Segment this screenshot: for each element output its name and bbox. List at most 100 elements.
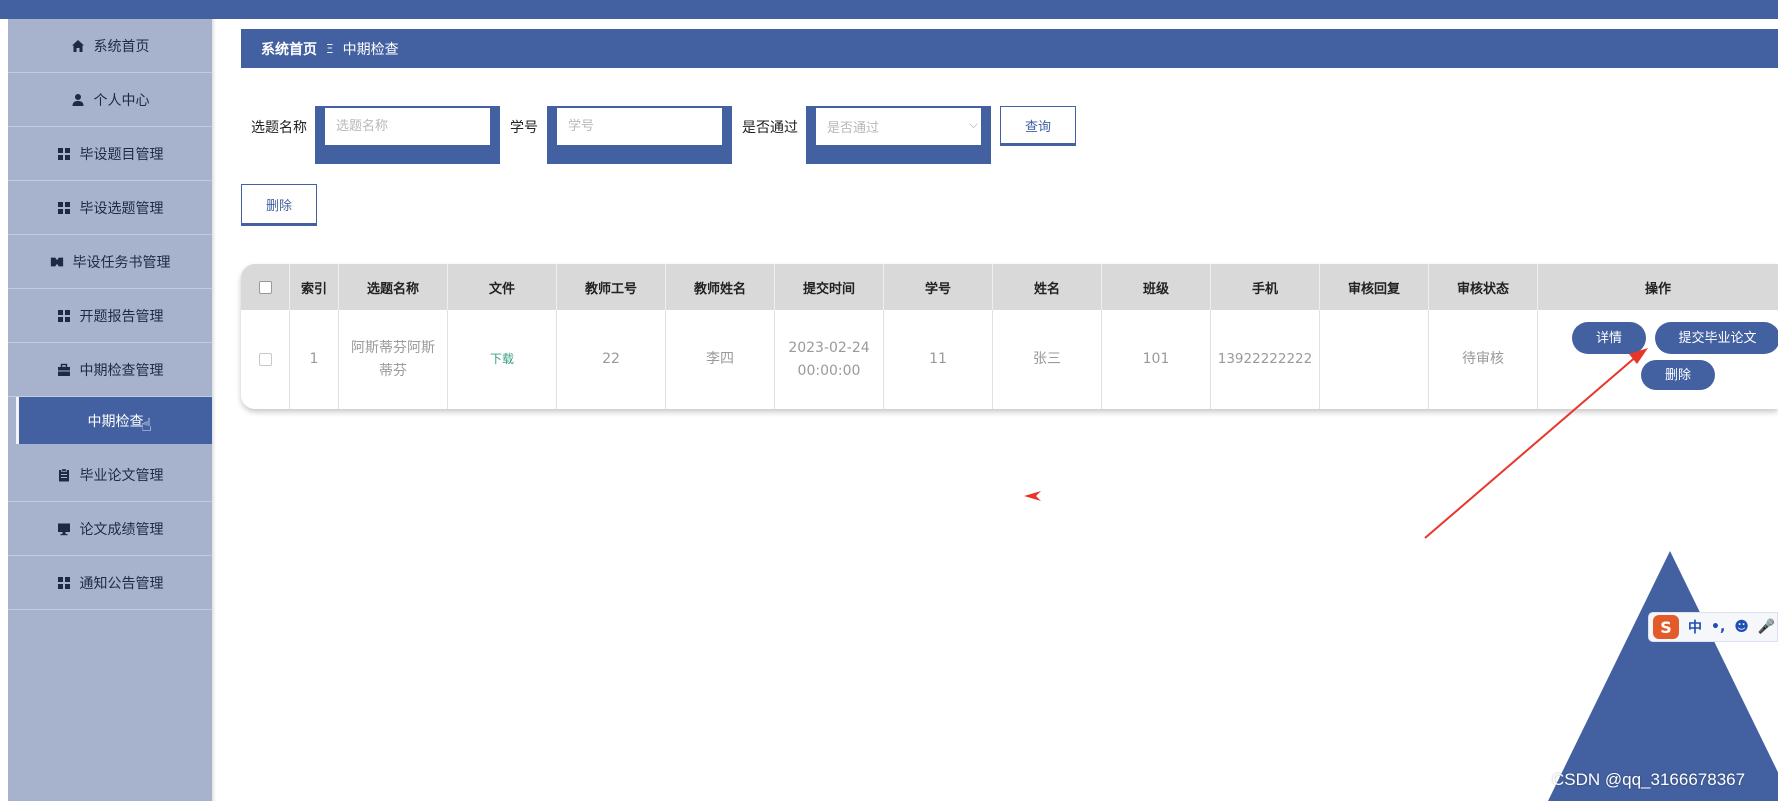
sidebar-item-thesis-management[interactable]: 毕业论文管理 xyxy=(8,448,212,502)
cell-class: 101 xyxy=(1102,310,1211,409)
breadcrumb-separator: Ξ xyxy=(326,41,334,56)
pass-select-placeholder: 是否通过 xyxy=(827,121,880,136)
pass-filter-label: 是否通过 xyxy=(742,120,798,136)
sidebar-item-label: 开题报告管理 xyxy=(79,308,164,325)
breadcrumb: 系统首页 Ξ 中期检查 xyxy=(241,29,1778,68)
pass-filter-box: 是否通过 ⌵ xyxy=(806,106,991,164)
sidebar-item-label: 毕设任务书管理 xyxy=(72,254,171,271)
cell-student-id: 11 xyxy=(884,310,993,409)
sidebar-item-label: 毕设选题管理 xyxy=(79,200,164,217)
home-icon xyxy=(71,39,85,53)
cell-teacher-name: 李四 xyxy=(666,310,775,409)
table-header: 索引 选题名称 文件 教师工号 教师姓名 提交时间 学号 姓名 班级 手机 审核… xyxy=(241,264,1778,310)
breadcrumb-home[interactable]: 系统首页 xyxy=(261,39,317,59)
sidebar-item-label: 中期检查管理 xyxy=(79,362,164,379)
detail-button[interactable]: 详情 xyxy=(1572,322,1646,354)
monitor-icon xyxy=(57,522,71,536)
decorative-triangle xyxy=(1548,551,1778,801)
cell-operations: 详情 提交毕业论文 删除 xyxy=(1538,310,1778,409)
clipboard-icon xyxy=(57,467,71,482)
cell-review-status: 待审核 xyxy=(1429,310,1538,409)
submit-thesis-button[interactable]: 提交毕业论文 xyxy=(1655,322,1778,354)
cell-file: 下载 xyxy=(448,310,557,409)
sidebar-item-label: 中期检查 xyxy=(87,413,144,430)
sidebar-item-selection-management[interactable]: 毕设选题管理 xyxy=(8,181,212,235)
small-red-arrow xyxy=(1024,491,1041,501)
column-header: 选题名称 xyxy=(339,264,448,310)
left-strip xyxy=(0,19,8,801)
grid-icon xyxy=(57,309,71,323)
sidebar-item-label: 系统首页 xyxy=(93,38,150,55)
download-link[interactable]: 下载 xyxy=(490,348,514,371)
sidebar-item-task-management[interactable]: 毕设任务书管理 xyxy=(8,235,212,289)
column-header: 审核回复 xyxy=(1320,264,1429,310)
ime-toolbar[interactable]: S 中 •, ☻ 🎤 xyxy=(1648,612,1778,642)
sidebar-item-notice-management[interactable]: 通知公告管理 xyxy=(8,556,212,610)
sidebar-item-label: 通知公告管理 xyxy=(79,575,164,592)
column-header: 索引 xyxy=(290,264,339,310)
top-bar xyxy=(0,0,1778,19)
query-button[interactable]: 查询 xyxy=(1000,106,1076,144)
cell-phone: 13922222222 xyxy=(1211,310,1320,409)
column-header: 审核状态 xyxy=(1429,264,1538,310)
pass-select[interactable]: 是否通过 xyxy=(816,108,981,145)
student-id-filter-box xyxy=(547,106,732,164)
sidebar-shadow xyxy=(212,19,216,801)
student-id-filter-label: 学号 xyxy=(510,120,538,136)
sidebar-item-home[interactable]: 系统首页 xyxy=(8,19,212,73)
hand-cursor-icon: ☝ xyxy=(141,415,152,436)
column-header: 教师工号 xyxy=(557,264,666,310)
cell-review-reply xyxy=(1320,310,1429,409)
microphone-icon[interactable]: 🎤 xyxy=(1758,619,1775,635)
title-filter-box xyxy=(315,106,500,164)
emoji-icon[interactable]: ☻ xyxy=(1734,619,1749,635)
user-icon xyxy=(71,93,85,107)
title-filter-label: 选题名称 xyxy=(251,120,307,136)
column-header: 姓名 xyxy=(993,264,1102,310)
cell-submit-time: 2023-02-24 00:00:00 xyxy=(775,310,884,409)
sidebar-item-label: 个人中心 xyxy=(93,92,150,109)
data-table: 索引 选题名称 文件 教师工号 教师姓名 提交时间 学号 姓名 班级 手机 审核… xyxy=(241,264,1778,409)
column-header: 教师姓名 xyxy=(666,264,775,310)
sidebar-item-profile[interactable]: 个人中心 xyxy=(8,73,212,127)
sogou-logo-icon: S xyxy=(1653,615,1679,639)
column-header: 文件 xyxy=(448,264,557,310)
sidebar-item-label: 毕业论文管理 xyxy=(79,467,164,484)
ime-language[interactable]: 中 xyxy=(1688,617,1702,637)
cell-title: 阿斯蒂芬阿斯蒂芬 xyxy=(339,310,448,409)
select-all-cell xyxy=(241,264,290,310)
delete-button[interactable]: 删除 xyxy=(241,184,317,224)
row-checkbox[interactable] xyxy=(258,353,272,366)
cell-name: 张三 xyxy=(993,310,1102,409)
column-header: 手机 xyxy=(1211,264,1320,310)
sidebar-item-proposal-management[interactable]: 开题报告管理 xyxy=(8,289,212,343)
column-header: 班级 xyxy=(1102,264,1211,310)
sidebar-item-topic-management[interactable]: 毕设题目管理 xyxy=(8,127,212,181)
chevron-down-icon: ⌵ xyxy=(968,117,978,131)
punctuation-icon[interactable]: •, xyxy=(1711,619,1725,635)
grid-icon xyxy=(57,147,71,161)
cell-index: 1 xyxy=(290,310,339,409)
breadcrumb-current: 中期检查 xyxy=(342,41,399,58)
cell-teacher-id: 22 xyxy=(557,310,666,409)
watermark: CSDN @qq_3166678367 xyxy=(1552,770,1746,789)
title-search-input[interactable] xyxy=(325,108,490,145)
row-delete-button[interactable]: 删除 xyxy=(1641,360,1715,390)
column-header: 提交时间 xyxy=(775,264,884,310)
sidebar-item-midterm-check[interactable]: 中期检查 ☝ xyxy=(16,397,212,444)
briefcase-icon xyxy=(57,363,71,377)
grid-icon xyxy=(57,201,71,215)
sidebar-item-label: 毕设题目管理 xyxy=(79,146,164,163)
sidebar: 系统首页 个人中心 毕设题目管理 毕设选题管理 毕设任务书管理 开题报告管理 中… xyxy=(8,19,212,801)
column-header: 学号 xyxy=(884,264,993,310)
student-id-search-input[interactable] xyxy=(557,108,722,145)
sidebar-item-midterm-management[interactable]: 中期检查管理 xyxy=(8,343,212,397)
column-header: 操作 xyxy=(1644,281,1671,297)
table-row: 1 阿斯蒂芬阿斯蒂芬 下载 22 李四 2023-02-24 00:00:00 … xyxy=(241,310,1778,409)
ticket-icon xyxy=(50,255,64,269)
sidebar-item-label: 论文成绩管理 xyxy=(79,521,164,538)
row-select-cell xyxy=(241,310,290,409)
sidebar-item-score-management[interactable]: 论文成绩管理 xyxy=(8,502,212,556)
select-all-checkbox[interactable] xyxy=(258,280,272,294)
grid-icon xyxy=(57,576,71,590)
